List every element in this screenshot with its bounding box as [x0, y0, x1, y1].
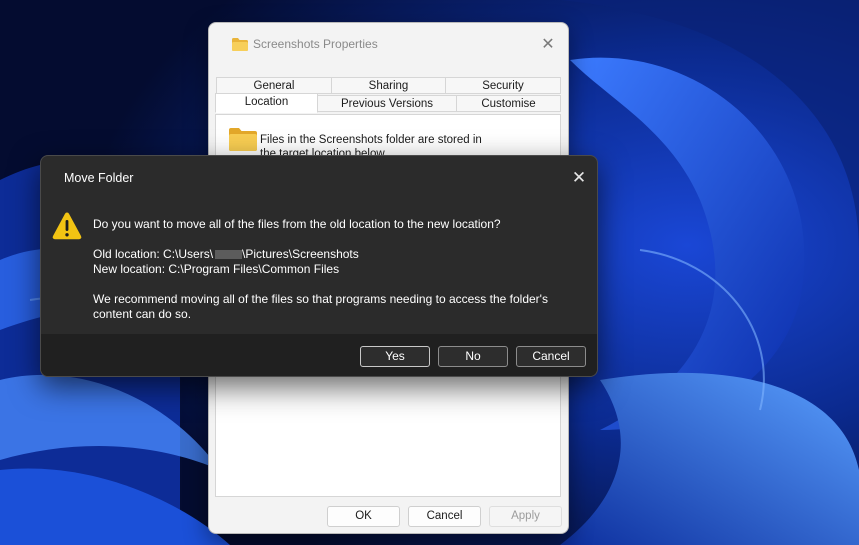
tab-security[interactable]: Security: [445, 77, 561, 94]
cancel-button[interactable]: Cancel: [516, 346, 586, 367]
cancel-button[interactable]: Cancel: [408, 506, 481, 527]
dialog-title: Move Folder: [64, 171, 134, 185]
dialog-footer: [41, 334, 597, 376]
move-folder-dialog: Move Folder ✕ Do you want to move all of…: [40, 155, 598, 377]
apply-button[interactable]: Apply: [489, 506, 562, 527]
folder-icon: [229, 128, 257, 151]
recommendation-line-1: We recommend moving all of the files so …: [93, 292, 548, 306]
old-location-line: Old location: C:\Users\ \Pictures\Screens…: [93, 247, 359, 262]
warning-icon: [52, 212, 82, 240]
yes-button[interactable]: Yes: [360, 346, 430, 367]
window-title: Screenshots Properties: [253, 37, 378, 51]
old-location-suffix: \Pictures\Screenshots: [242, 247, 359, 261]
close-icon[interactable]: ✕: [538, 35, 558, 55]
tab-previous-versions[interactable]: Previous Versions: [317, 95, 457, 112]
ok-button[interactable]: OK: [327, 506, 400, 527]
no-button[interactable]: No: [438, 346, 508, 367]
tab-customise[interactable]: Customise: [456, 95, 561, 112]
tab-general[interactable]: General: [216, 77, 332, 94]
tab-location[interactable]: Location: [215, 93, 318, 113]
redacted-username: [215, 250, 243, 260]
properties-titlebar[interactable]: Screenshots Properties ✕: [209, 23, 568, 67]
dialog-question: Do you want to move all of the files fro…: [93, 217, 501, 231]
folder-icon: [232, 38, 248, 51]
old-location-prefix: Old location: C:\Users\: [93, 247, 214, 261]
tab-sharing[interactable]: Sharing: [331, 77, 446, 94]
close-icon[interactable]: ✕: [569, 168, 589, 188]
recommendation-line-2: content can do so.: [93, 307, 192, 321]
new-location-line: New location: C:\Program Files\Common Fi…: [93, 262, 340, 276]
